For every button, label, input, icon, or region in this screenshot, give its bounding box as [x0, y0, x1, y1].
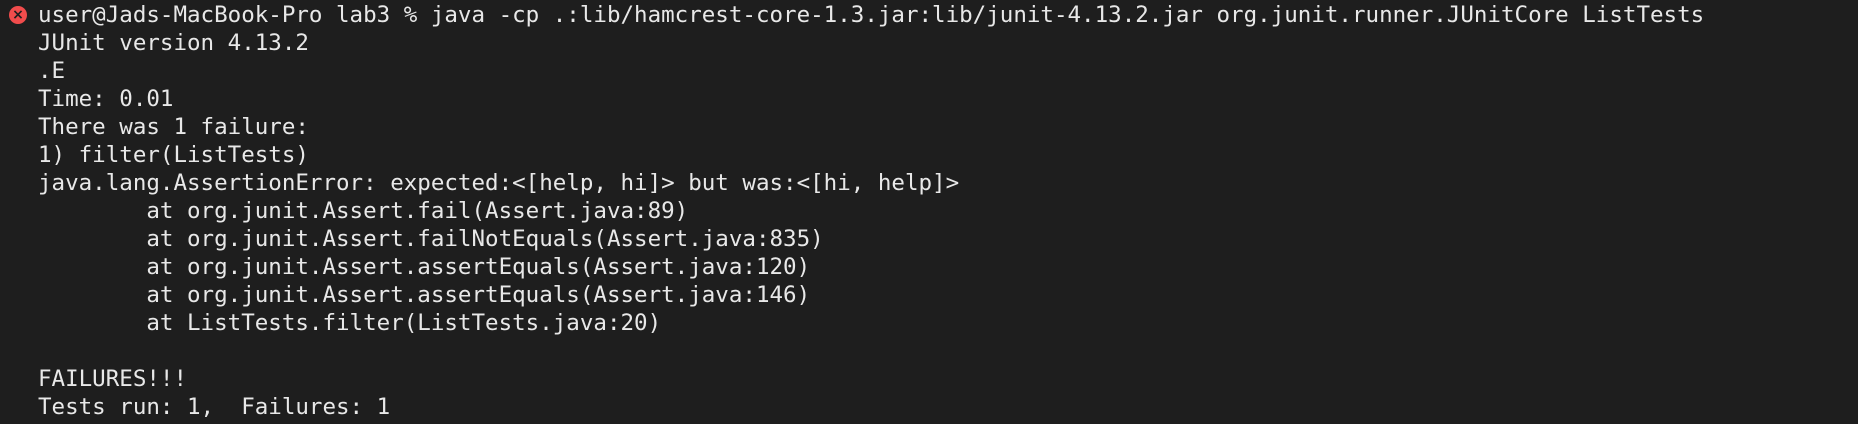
command-line: user@Jads-MacBook-Pro lab3 % java -cp .:… [38, 2, 1705, 28]
output-line: FAILURES!!! [38, 366, 188, 392]
output-line: 1) filter(ListTests) [38, 142, 309, 168]
stack-trace-line: at org.junit.Assert.assertEquals(Assert.… [38, 282, 811, 308]
stack-trace-line: at org.junit.Assert.assertEquals(Assert.… [38, 254, 811, 280]
output-line: .E [38, 58, 66, 84]
stack-trace-line: at org.junit.Assert.failNotEquals(Assert… [38, 226, 824, 252]
output-line: Time: 0.01 [38, 86, 174, 112]
stack-trace-line: at ListTests.filter(ListTests.java:20) [38, 310, 662, 336]
output-line: java.lang.AssertionError: expected:<[hel… [38, 170, 960, 196]
output-line: There was 1 failure: [38, 114, 309, 140]
stack-trace-line: at org.junit.Assert.fail(Assert.java:89) [38, 198, 689, 224]
terminal-window[interactable]: × user@Jads-MacBook-Pro lab3 % java -cp … [0, 0, 1858, 424]
error-circle-icon[interactable]: × [9, 6, 27, 24]
output-line: Tests run: 1, Failures: 1 [38, 394, 391, 420]
output-line: JUnit version 4.13.2 [38, 30, 309, 56]
